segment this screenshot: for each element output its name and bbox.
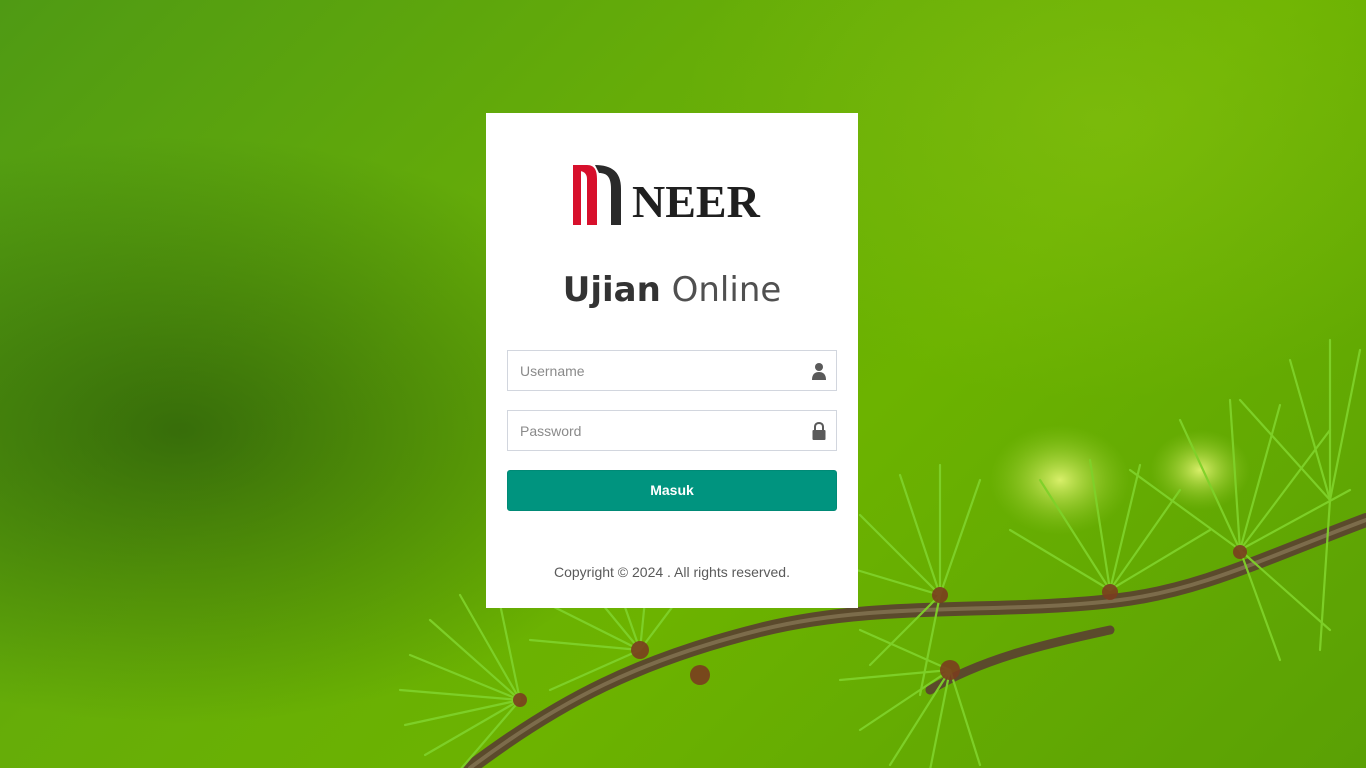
neer-logo-mark — [573, 165, 621, 225]
title-light: Online — [671, 270, 782, 310]
username-field — [507, 350, 837, 391]
password-input[interactable] — [520, 411, 800, 450]
username-input[interactable] — [520, 351, 800, 390]
neer-logo: NEER — [573, 163, 773, 227]
page-title: Ujian Online — [486, 267, 858, 313]
login-card: NEER Ujian Online Masuk Copyright © 2024… — [486, 113, 858, 608]
password-field — [507, 410, 837, 451]
copyright-text: Copyright © 2024 . All rights reserved. — [554, 564, 790, 580]
brand-name: NEER — [632, 176, 760, 227]
title-bold: Ujian — [562, 270, 661, 310]
lock-icon — [812, 422, 826, 440]
user-icon — [812, 363, 826, 380]
submit-button[interactable]: Masuk — [507, 470, 837, 511]
